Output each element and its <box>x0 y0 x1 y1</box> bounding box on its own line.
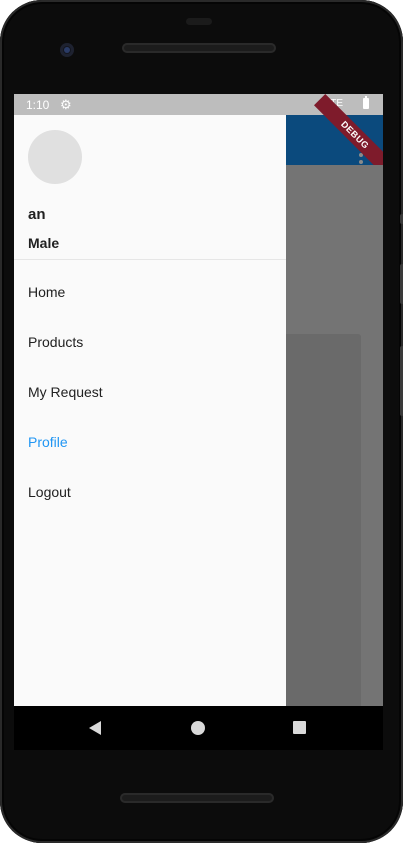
speaker-grill-bottom <box>120 793 274 803</box>
user-gender: Male <box>28 235 60 251</box>
battery-icon <box>363 96 369 109</box>
system-nav-bar <box>14 706 383 750</box>
home-icon[interactable] <box>191 721 205 735</box>
recents-icon[interactable] <box>293 721 306 734</box>
user-name: an <box>28 206 46 223</box>
earpiece <box>186 18 212 25</box>
front-camera <box>60 43 74 57</box>
status-time: 1:10 <box>26 98 50 112</box>
drawer-menu: Home Products My Request Profile Logout <box>14 267 286 517</box>
screen: 1:10 ⚙ LTE DEBUG an Male Home Products M… <box>14 94 383 706</box>
navigation-drawer: an Male Home Products My Request Profile… <box>14 115 286 706</box>
speaker-grill-top <box>122 43 276 53</box>
divider <box>14 259 286 260</box>
drawer-item-logout[interactable]: Logout <box>14 467 286 517</box>
avatar[interactable] <box>28 130 82 184</box>
settings-gear-icon: ⚙ <box>60 97 72 112</box>
drawer-item-home[interactable]: Home <box>14 267 286 317</box>
drawer-item-profile[interactable]: Profile <box>14 417 286 467</box>
drawer-item-my-request[interactable]: My Request <box>14 367 286 417</box>
back-icon[interactable] <box>89 721 101 735</box>
phone-frame: 1:10 ⚙ LTE DEBUG an Male Home Products M… <box>0 0 403 843</box>
drawer-item-products[interactable]: Products <box>14 317 286 367</box>
